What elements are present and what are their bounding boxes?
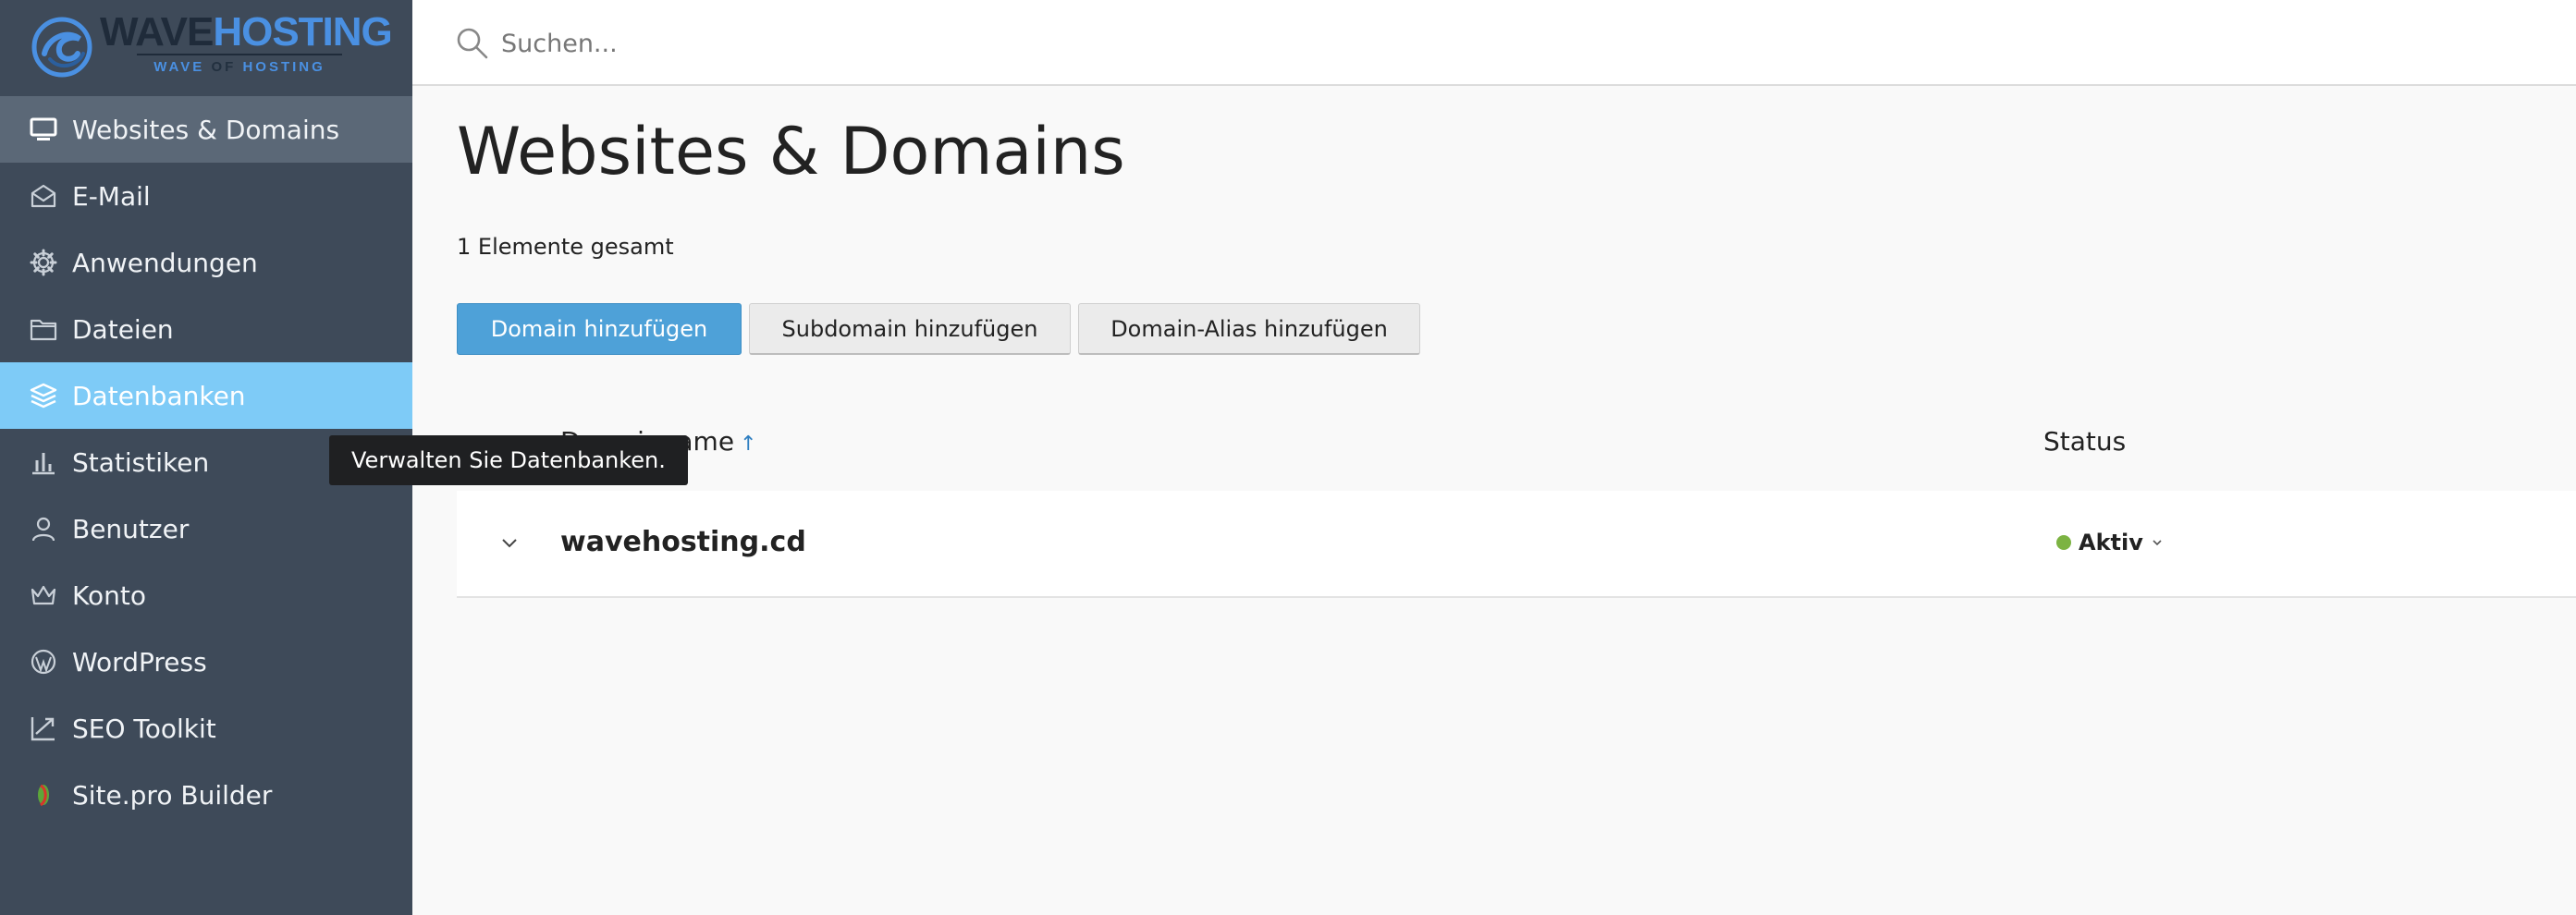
- sidebar-item-sitepro-builder[interactable]: Site.pro Builder: [0, 762, 412, 828]
- envelope-icon: [28, 180, 59, 212]
- sidebar-item-label: Site.pro Builder: [72, 779, 273, 811]
- sidebar-item-label: Konto: [72, 580, 146, 611]
- sidebar-item-websites-domains[interactable]: Websites & Domains: [0, 96, 412, 163]
- sidebar-item-dateien[interactable]: Dateien: [0, 296, 412, 362]
- search-icon: [457, 28, 488, 59]
- folder-icon: [28, 313, 59, 345]
- sidebar-item-label: Statistiken: [72, 446, 210, 478]
- page-title: Websites & Domains: [457, 114, 1125, 189]
- trend-chart-icon: [28, 713, 59, 744]
- status-dropdown[interactable]: Aktiv: [2056, 530, 2164, 555]
- item-count: 1 Elemente gesamt: [457, 234, 674, 260]
- wordpress-icon: [28, 646, 59, 677]
- sidebar-item-anwendungen[interactable]: Anwendungen: [0, 229, 412, 296]
- tooltip: Verwalten Sie Datenbanken.: [329, 435, 688, 485]
- logo-wordmark: WAVEHOSTING: [100, 9, 393, 55]
- logo-word-hosting: HOSTING: [213, 9, 392, 55]
- top-bar: [412, 0, 2576, 86]
- table-header: Domainname↑ Status: [457, 400, 2576, 493]
- bar-chart-icon: [28, 446, 59, 478]
- sitepro-icon: [28, 779, 59, 811]
- search-input[interactable]: [499, 18, 1613, 68]
- add-subdomain-button[interactable]: Subdomain hinzufügen: [749, 303, 1071, 355]
- gear-icon: [28, 247, 59, 278]
- layers-icon: [28, 380, 59, 411]
- column-header-status[interactable]: Status: [2043, 426, 2126, 457]
- sidebar-item-wordpress[interactable]: WordPress: [0, 628, 412, 695]
- sidebar-item-label: Websites & Domains: [72, 114, 340, 145]
- main-content: Websites & Domains 1 Elemente gesamt Dom…: [412, 86, 2576, 915]
- sidebar-item-label: Datenbanken: [72, 380, 246, 411]
- logo-word-wave: WAVE: [100, 9, 214, 55]
- wave-logo-icon: [31, 17, 92, 78]
- domain-name-link[interactable]: wavehosting.cd: [560, 526, 806, 558]
- sort-ascending-icon: ↑: [740, 433, 757, 456]
- brand-logo[interactable]: WAVEHOSTING WAVE OF HOSTING: [0, 0, 412, 96]
- sidebar-item-label: Anwendungen: [72, 247, 258, 278]
- logo-tagline-wave: WAVE: [153, 59, 205, 75]
- logo-tagline: WAVE OF HOSTING: [137, 59, 342, 75]
- sidebar-item-label: E-Mail: [72, 180, 151, 212]
- sidebar-item-datenbanken[interactable]: Datenbanken: [0, 362, 412, 429]
- logo-tagline-hosting: HOSTING: [242, 59, 325, 75]
- table-row: wavehosting.cd Aktiv: [457, 491, 2576, 598]
- sidebar-item-label: Benutzer: [72, 513, 190, 544]
- logo-tagline-of: OF: [211, 59, 237, 75]
- chevron-down-icon[interactable]: [497, 531, 521, 555]
- status-active-dot: [2056, 535, 2071, 550]
- add-domain-button[interactable]: Domain hinzufügen: [457, 303, 742, 355]
- status-label: Aktiv: [2079, 530, 2143, 555]
- logo-divider: [137, 54, 342, 55]
- user-icon: [28, 513, 59, 544]
- monitor-icon: [28, 114, 59, 145]
- add-domain-alias-button[interactable]: Domain-Alias hinzufügen: [1078, 303, 1420, 355]
- sidebar-item-konto[interactable]: Konto: [0, 562, 412, 628]
- sidebar-item-label: SEO Toolkit: [72, 713, 216, 744]
- sidebar-item-seo-toolkit[interactable]: SEO Toolkit: [0, 695, 412, 762]
- crown-icon: [28, 580, 59, 611]
- chevron-down-icon: [2153, 540, 2162, 546]
- sidebar-item-label: Dateien: [72, 313, 174, 345]
- sidebar-item-benutzer[interactable]: Benutzer: [0, 495, 412, 562]
- sidebar-item-label: WordPress: [72, 646, 207, 677]
- sidebar-item-email[interactable]: E-Mail: [0, 163, 412, 229]
